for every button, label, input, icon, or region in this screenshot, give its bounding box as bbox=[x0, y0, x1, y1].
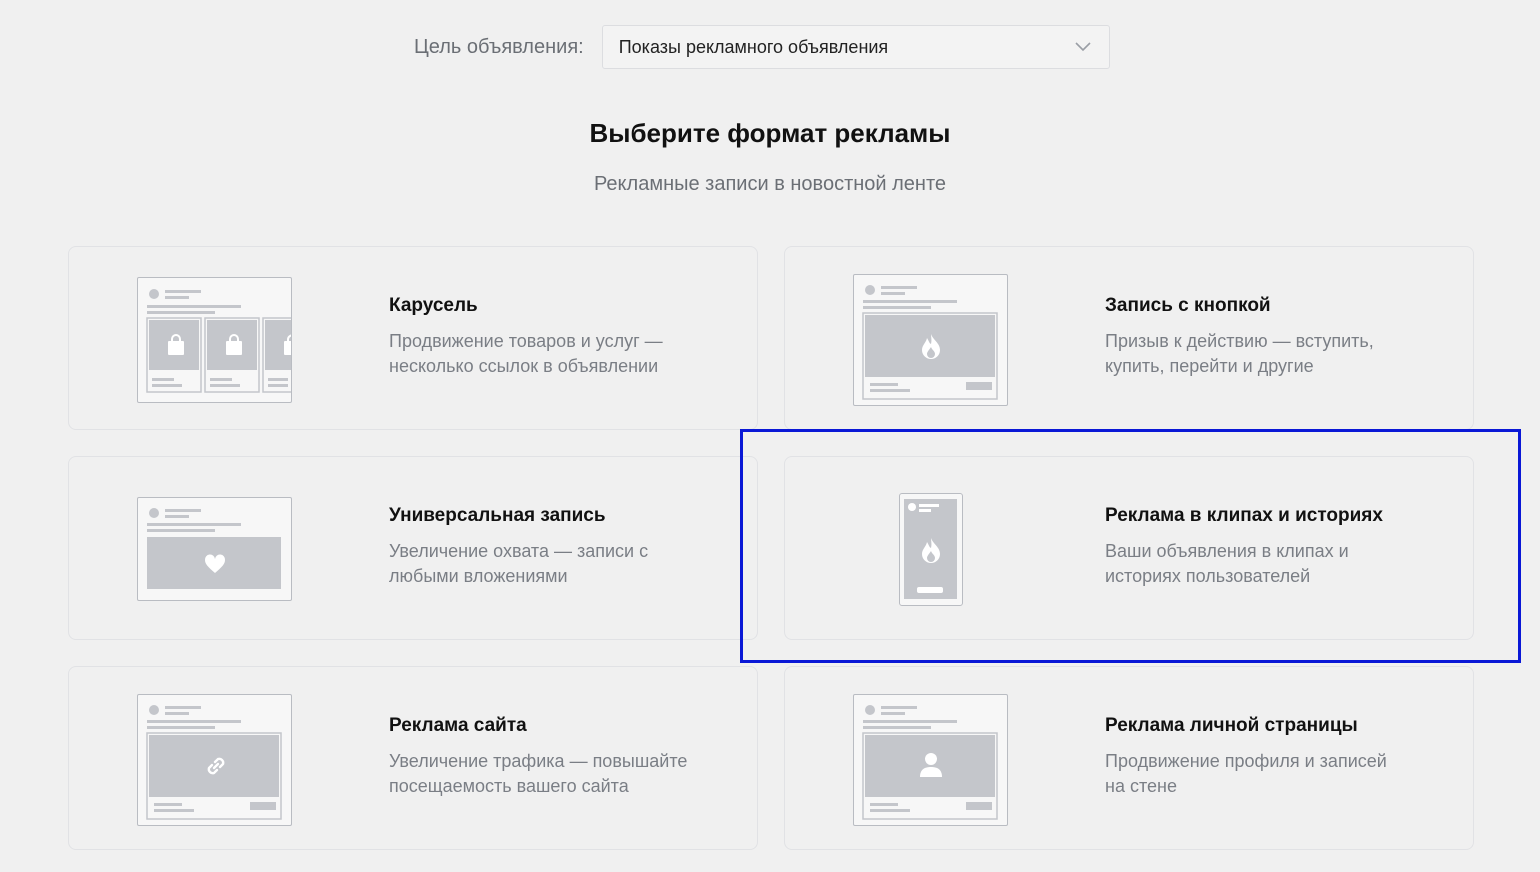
link-icon bbox=[202, 752, 230, 785]
format-card-clips-stories[interactable]: Реклама в клипах и историях Ваши объявле… bbox=[784, 456, 1474, 640]
format-card-description: Увеличение охвата — записи с любыми влож… bbox=[389, 539, 729, 589]
format-card-personal-page-ad[interactable]: Реклама личной страницы Продвижение проф… bbox=[784, 666, 1474, 850]
format-card-text: Запись с кнопкой Призыв к действию — вст… bbox=[1105, 295, 1445, 379]
description-line: Призыв к действию — вступить, bbox=[1105, 331, 1374, 351]
format-card-text: Реклама личной страницы Продвижение проф… bbox=[1105, 715, 1445, 799]
fire-icon bbox=[920, 333, 942, 364]
chevron-down-icon bbox=[1075, 39, 1091, 55]
shopping-bag-icon bbox=[224, 334, 244, 361]
website-ad-preview-illustration bbox=[137, 694, 292, 826]
shopping-bag-icon bbox=[166, 334, 186, 361]
heart-icon bbox=[204, 554, 226, 579]
ad-format-page: Цель объявления: Показы рекламного объяв… bbox=[0, 0, 1540, 872]
description-line: Увеличение трафика — повышайте bbox=[389, 751, 688, 771]
universal-post-preview-illustration bbox=[137, 497, 292, 601]
personal-page-preview-illustration bbox=[853, 694, 1008, 826]
clips-stories-preview-illustration bbox=[899, 493, 963, 606]
format-card-title: Реклама личной страницы bbox=[1105, 715, 1358, 736]
format-card-description: Продвижение товаров и услуг — несколько … bbox=[389, 329, 729, 379]
format-card-title: Универсальная запись bbox=[389, 505, 606, 526]
description-line: посещаемость вашего сайта bbox=[389, 776, 629, 796]
ad-goal-label: Цель объявления: bbox=[414, 35, 584, 58]
description-line: купить, перейти и другие bbox=[1105, 356, 1314, 376]
format-card-carousel[interactable]: Карусель Продвижение товаров и услуг — н… bbox=[68, 246, 758, 430]
format-card-universal-post[interactable]: Универсальная запись Увеличение охвата —… bbox=[68, 456, 758, 640]
section-subtitle: Рекламные записи в новостной ленте bbox=[593, 173, 947, 195]
format-card-description: Призыв к действию — вступить, купить, пе… bbox=[1105, 329, 1445, 379]
page-title: Выберите формат рекламы bbox=[589, 118, 951, 148]
format-card-description: Увеличение трафика — повышайте посещаемо… bbox=[389, 749, 729, 799]
button-post-preview-illustration bbox=[853, 274, 1008, 406]
format-card-text: Реклама в клипах и историях Ваши объявле… bbox=[1105, 505, 1445, 589]
ad-goal-row: Цель объявления: Показы рекламного объяв… bbox=[414, 24, 1110, 70]
format-card-description: Продвижение профиля и записей на стене bbox=[1105, 749, 1445, 799]
carousel-preview-illustration bbox=[137, 277, 292, 403]
description-line: Продвижение профиля и записей bbox=[1105, 751, 1387, 771]
ad-goal-select-value: Показы рекламного объявления bbox=[618, 36, 889, 57]
format-card-title: Реклама в клипах и историях bbox=[1105, 505, 1383, 526]
description-line: Ваши объявления в клипах и bbox=[1105, 541, 1349, 561]
format-card-website-ad[interactable]: Реклама сайта Увеличение трафика — повыш… bbox=[68, 666, 758, 850]
format-card-title: Запись с кнопкой bbox=[1105, 295, 1271, 316]
description-line: Продвижение товаров и услуг — bbox=[389, 331, 663, 351]
format-card-button-post[interactable]: Запись с кнопкой Призыв к действию — вст… bbox=[784, 246, 1474, 430]
description-line: на стене bbox=[1105, 776, 1177, 796]
format-card-title: Карусель bbox=[389, 295, 478, 316]
format-card-description: Ваши объявления в клипах и историях поль… bbox=[1105, 539, 1445, 589]
description-line: несколько ссылок в объявлении bbox=[389, 356, 659, 376]
description-line: историях пользователей bbox=[1105, 566, 1311, 586]
format-card-text: Реклама сайта Увеличение трафика — повыш… bbox=[389, 715, 729, 799]
fire-icon bbox=[920, 537, 942, 568]
description-line: Увеличение охвата — записи с bbox=[389, 541, 649, 561]
person-icon bbox=[919, 752, 943, 783]
shopping-bag-icon bbox=[282, 334, 291, 361]
format-card-text: Универсальная запись Увеличение охвата —… bbox=[389, 505, 729, 589]
description-line: любыми вложениями bbox=[389, 566, 568, 586]
format-card-text: Карусель Продвижение товаров и услуг — н… bbox=[389, 295, 729, 379]
ad-goal-select[interactable]: Показы рекламного объявления bbox=[601, 25, 1110, 69]
format-card-title: Реклама сайта bbox=[389, 715, 527, 736]
